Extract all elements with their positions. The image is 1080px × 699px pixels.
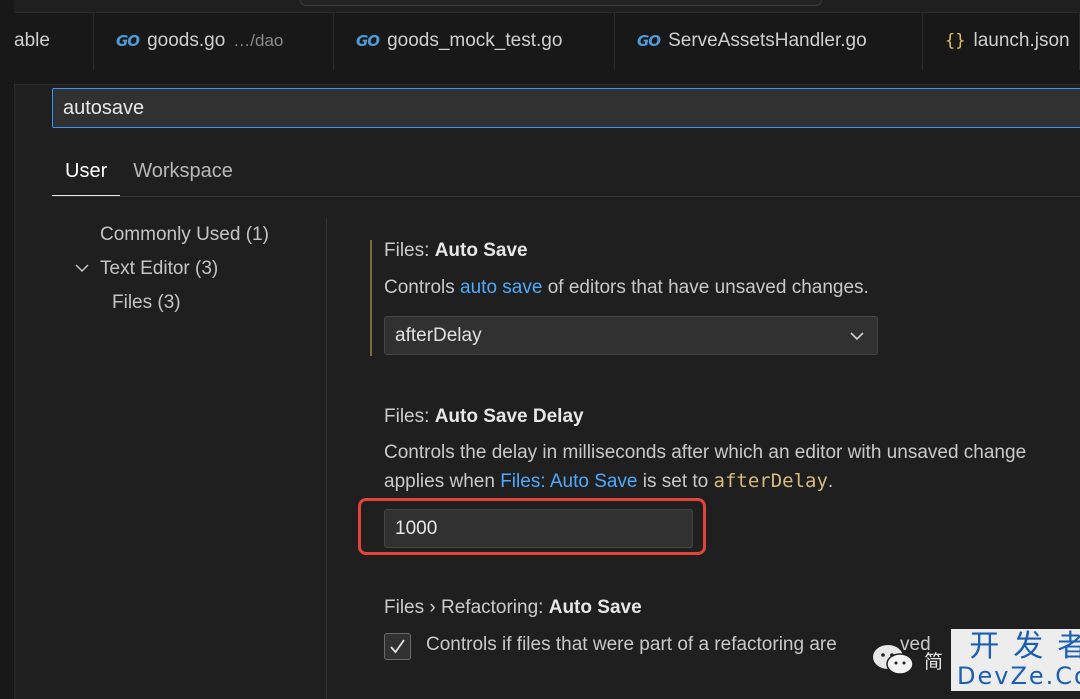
tab-serve-assets-handler-go[interactable]: GO ServeAssetsHandler.go <box>615 12 923 70</box>
desc-text: Controls the delay in milliseconds after… <box>384 442 1027 463</box>
desc-text: is set to <box>637 471 714 492</box>
setting-title-auto-save: Files: Auto Save <box>384 240 528 262</box>
desc-text: of editors that have unsaved changes. <box>542 277 869 298</box>
watermark-cn: 开发者 <box>969 629 1080 664</box>
setting-description: Controls auto save of editors that have … <box>384 277 869 299</box>
toc-item-commonly-used[interactable]: Commonly Used (1) <box>100 224 269 246</box>
watermark-logo: 开发者 DevZe.CoM <box>951 629 1080 691</box>
highlight-annotation <box>358 498 706 555</box>
setting-description: Controls if files that were part of a re… <box>426 634 837 656</box>
desc-text: . <box>827 471 834 492</box>
search-value: autosave <box>63 97 145 119</box>
tab-workspace[interactable]: Workspace <box>120 148 246 196</box>
go-file-icon: GO <box>356 32 380 50</box>
toc-divider <box>326 218 327 699</box>
tab-launch-json[interactable]: {} launch.json <box>923 12 1080 70</box>
toc-item-files[interactable]: Files (3) <box>112 292 181 314</box>
go-file-icon: GO <box>116 32 140 50</box>
code-value: afterDelay <box>713 470 828 492</box>
settings-search-input[interactable]: autosave <box>52 88 1080 128</box>
setting-category: Files › Refactoring: <box>384 597 549 618</box>
modified-indicator <box>370 240 372 356</box>
tab-partial[interactable]: able <box>14 12 94 70</box>
watermark-glyph: 简 <box>924 651 944 673</box>
wechat-icon <box>873 645 914 675</box>
scope-divider <box>52 196 1080 197</box>
toc-label: Commonly Used (1) <box>100 224 269 245</box>
tab-user-label: User <box>65 160 108 182</box>
settings-scope-tabs: User Workspace <box>52 148 246 196</box>
setting-name: Auto Save <box>548 597 642 618</box>
tab-label: able <box>14 30 50 51</box>
chevron-down-icon[interactable] <box>74 260 90 276</box>
watermark: 简 开发者 DevZe.CoM <box>870 628 1080 692</box>
setting-name: Auto Save <box>434 240 528 261</box>
setting-description: Controls the delay in milliseconds after… <box>384 442 1080 464</box>
select-value: afterDelay <box>395 325 482 346</box>
setting-category: Files: <box>384 240 435 261</box>
tab-path-hint: …/dao <box>233 31 284 50</box>
check-icon <box>390 639 405 654</box>
setting-name: Auto Save Delay <box>434 406 584 427</box>
chevron-down-icon <box>850 332 864 341</box>
tab-label: ServeAssetsHandler.go <box>668 30 867 51</box>
toc-label: Files (3) <box>112 292 181 313</box>
auto-save-link[interactable]: auto save <box>460 277 542 298</box>
setting-title-refactoring-auto-save: Files › Refactoring: Auto Save <box>384 597 642 619</box>
desc-text: Controls if files that were part of a re… <box>426 634 837 655</box>
setting-title-auto-save-delay: Files: Auto Save Delay <box>384 406 584 428</box>
watermark-en: DevZe.CoM <box>957 662 1080 690</box>
tab-label: goods.go <box>147 30 226 51</box>
toc-label: Text Editor (3) <box>100 258 219 279</box>
desc-text: Controls <box>384 277 461 298</box>
activity-bar-edge <box>0 0 15 699</box>
auto-save-select[interactable]: afterDelay <box>384 316 878 355</box>
tab-goods-go[interactable]: GO goods.go …/dao <box>94 12 334 70</box>
tab-label: goods_mock_test.go <box>387 30 563 51</box>
tab-goods-mock-test-go[interactable]: GO goods_mock_test.go <box>334 12 615 70</box>
setting-category: Files: <box>384 406 435 427</box>
command-center[interactable] <box>300 0 822 6</box>
toc-item-text-editor[interactable]: Text Editor (3) <box>100 258 218 280</box>
go-file-icon: GO <box>637 32 661 50</box>
refactoring-auto-save-checkbox[interactable] <box>384 633 411 660</box>
tab-workspace-label: Workspace <box>133 160 233 182</box>
tab-label: launch.json <box>973 30 1070 51</box>
desc-text: applies when <box>384 471 501 492</box>
setting-description-line2: applies when Files: Auto Save is set to … <box>384 470 833 493</box>
files-auto-save-link[interactable]: Files: Auto Save <box>500 471 637 492</box>
tab-user[interactable]: User <box>52 148 121 196</box>
json-file-icon: {} <box>945 31 966 51</box>
